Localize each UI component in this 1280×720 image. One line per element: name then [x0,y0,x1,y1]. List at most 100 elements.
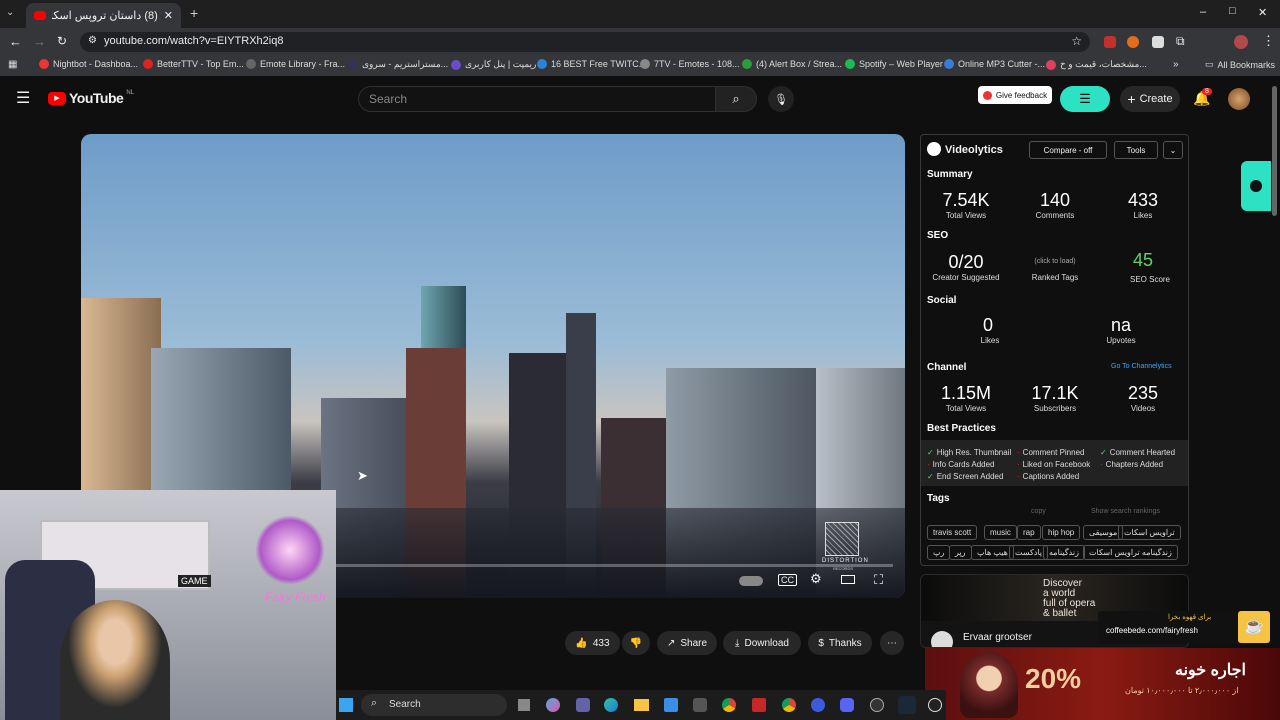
bookmark-item[interactable]: 16 BEST Free TWITC... [537,59,646,69]
bookmark-item[interactable]: ریمپت | پنل کاربری [451,59,536,70]
tag-chip[interactable]: rap [1017,525,1041,540]
minimize-icon[interactable]: – [1200,6,1206,18]
total-views-value: 7.54K [942,190,990,210]
tag-chip[interactable]: هیپ هاپ [971,545,1014,560]
copilot-icon[interactable] [546,698,560,712]
subscribers-value: 17.1K [1031,383,1079,403]
extensions-puzzle-icon[interactable]: ⧉ [1176,34,1185,49]
region-code: NL [126,90,134,96]
extension-icon[interactable] [1127,36,1139,48]
hamburger-menu-icon[interactable]: ☰ [16,88,30,108]
bp-item: · Info Cards Added [927,460,995,469]
taskbar-search[interactable]: ⌕ Search [361,694,507,716]
voice-search-button[interactable]: 🎙 [768,86,794,112]
windows-start-icon[interactable] [339,698,353,712]
tag-chip[interactable]: زندگینامه تراویس اسکات [1083,545,1178,560]
reload-icon[interactable]: ↻ [57,34,67,48]
bookmark-item[interactable]: Spotify – Web Player [845,59,943,69]
bookmark-item[interactable]: BetterTTV - Top Em... [143,59,244,69]
channelytics-link[interactable]: Go To Channelytics [1111,363,1172,370]
dislike-button[interactable]: 👎 [622,631,650,655]
create-button[interactable]: + Create [1120,86,1180,112]
more-bookmarks-icon[interactable]: » [1173,59,1179,70]
share-label: Share [680,637,708,649]
search-input[interactable]: Search [358,86,716,112]
maximize-icon[interactable]: □ [1229,5,1236,17]
apps-grid-icon[interactable]: ▦ [8,59,17,70]
ranked-tags-load[interactable]: (click to load) [1011,258,1099,265]
app-icon[interactable] [693,698,707,712]
teams-icon[interactable] [576,698,590,712]
tag-chip[interactable]: travis scott [927,525,978,540]
discord-icon[interactable] [840,698,854,712]
fullscreen-icon[interactable]: ⛶ [874,572,883,588]
captions-icon[interactable]: CC [778,574,797,586]
extension-icon[interactable] [1152,36,1164,48]
bookmark-item[interactable]: مشخصات، قیمت و خ... [1046,59,1147,70]
videolytics-toggle-button[interactable]: ☰ [1060,86,1110,112]
search-button[interactable]: ⌕ [715,86,757,112]
tag-chip[interactable]: hip hop [1042,525,1081,540]
progress-bar[interactable] [331,564,893,567]
bookmark-item[interactable]: Emote Library - Fra... [246,59,345,69]
collapse-chevron-icon[interactable]: ⌄ [1163,141,1183,159]
bookmark-star-icon[interactable]: ☆ [1071,34,1082,48]
show-rankings-toggle[interactable]: Show search rankings [1091,508,1160,515]
new-tab-icon[interactable]: + [190,5,198,21]
url-field[interactable]: ⚙ youtube.com/watch?v=EIYTRXh2iq8 ☆ [80,32,1090,52]
youtube-logo[interactable]: ▶ YouTube NL [48,90,134,106]
youtube-play-icon: ▶ [48,91,66,105]
tag-chip[interactable]: رپر [949,545,972,560]
tag-chip[interactable]: رپ [927,545,951,560]
page-scrollbar[interactable] [1272,86,1277,216]
like-button[interactable]: 👍 433 [565,631,620,655]
chrome-icon[interactable] [722,698,736,712]
thanks-button[interactable]: $ Thanks [808,631,872,655]
profile-avatar[interactable] [1234,35,1248,49]
app-icon[interactable] [811,698,825,712]
tag-chip[interactable]: music [984,525,1017,540]
download-button[interactable]: ⤓ Download [723,631,801,655]
ad-channel-avatar [931,631,953,647]
give-feedback-button[interactable]: Give feedback [978,86,1052,104]
theater-mode-icon[interactable] [841,575,855,584]
chrome-icon[interactable] [782,698,796,712]
social-likes-value: 0 [982,315,993,335]
file-explorer-icon[interactable] [634,699,649,711]
upvotes-label: Upvotes [1106,336,1136,345]
browser-tab-active[interactable]: (8) داستان تروپس اسکات | نا ✕ [26,3,181,28]
bookmark-item[interactable]: Nightbot - Dashboa... [39,59,138,69]
bookmark-item[interactable]: مستراستریم - سروی... [348,59,448,70]
app-icon[interactable] [870,698,884,712]
donation-url: coffeebede.com/fairyfresh [1106,626,1198,635]
bookmark-item[interactable]: Online MP3 Cutter -... [944,59,1045,69]
compare-button[interactable]: Compare - off [1029,141,1107,159]
extension-icon[interactable] [1104,36,1116,48]
store-icon[interactable] [664,698,678,712]
tab-list-icon[interactable]: ⌄ [6,7,14,18]
forward-icon[interactable]: → [33,34,46,49]
tools-dropdown[interactable]: Tools [1114,141,1158,159]
bookmark-item[interactable]: (4) Alert Box / Strea... [742,59,842,69]
site-info-icon[interactable]: ⚙ [88,35,97,46]
all-bookmarks-folder[interactable]: ▭ All Bookmarks [1205,59,1275,70]
user-avatar[interactable] [1228,88,1250,110]
autoplay-toggle[interactable] [739,576,763,586]
app-icon[interactable] [752,698,766,712]
task-view-icon[interactable] [518,699,530,711]
more-actions-button[interactable]: ⋯ [880,631,904,655]
videolytics-side-button[interactable] [1241,161,1271,211]
share-button[interactable]: ↗ Share [657,631,717,655]
settings-gear-icon[interactable]: ⚙ [810,571,822,587]
tag-chip[interactable]: تراویس اسکات [1118,525,1181,540]
close-window-icon[interactable]: ✕ [1258,6,1267,19]
bookmark-item[interactable]: 7TV - Emotes - 108... [640,59,740,69]
copy-tags-button[interactable]: copy [1031,508,1046,515]
back-icon[interactable]: ← [9,34,22,49]
media-player-icon[interactable] [928,698,942,712]
tag-chip[interactable]: زندگینامه [1043,545,1085,560]
menu-kebab-icon[interactable]: ⋮ [1262,33,1275,49]
steam-icon[interactable] [898,696,916,714]
close-tab-icon[interactable]: ✕ [164,9,173,22]
edge-icon[interactable] [604,698,618,712]
